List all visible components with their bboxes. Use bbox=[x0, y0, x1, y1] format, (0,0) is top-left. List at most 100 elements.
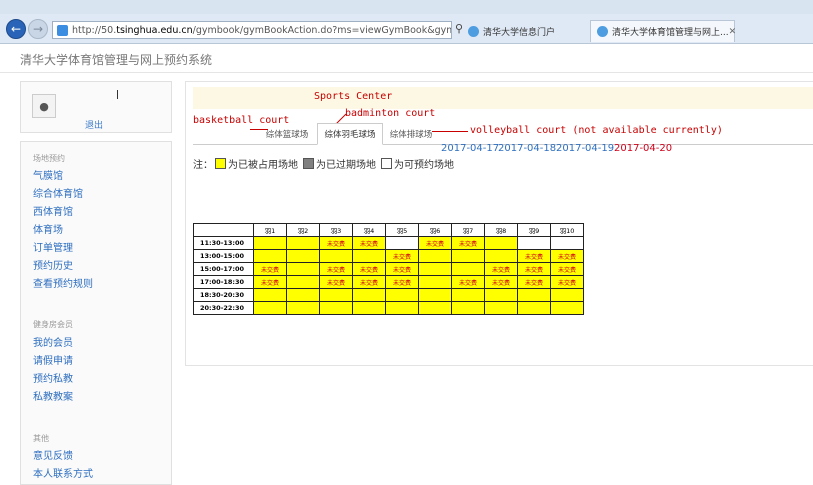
slot-occupied: 未交费 bbox=[385, 262, 419, 276]
slot-occupied: 未交费 bbox=[517, 262, 551, 276]
slot-occupied: 未交费 bbox=[550, 249, 584, 263]
tab-label: 清华大学信息门户 bbox=[483, 27, 556, 38]
slot-occupied bbox=[319, 301, 353, 315]
back-button[interactable]: ← bbox=[6, 19, 26, 39]
sidebar-item-comprehensive-gym[interactable]: 综合体育馆 bbox=[33, 185, 83, 200]
arrow-left-icon: ← bbox=[10, 22, 22, 36]
sidebar-item-orders[interactable]: 订单管理 bbox=[33, 239, 73, 254]
table-row: 13:00-15:00 未交费 未交费 未交费 bbox=[193, 249, 584, 263]
slot-occupied bbox=[451, 301, 485, 315]
slot-available[interactable] bbox=[385, 236, 419, 250]
sidebar: 场地预约 气膜馆 综合体育馆 西体育馆 体育场 订单管理 预约历史 查看预约规则… bbox=[20, 141, 172, 485]
slot-occupied bbox=[550, 301, 584, 315]
browser-tab-portal[interactable]: 清华大学信息门户 bbox=[462, 20, 588, 42]
slot-occupied bbox=[286, 236, 320, 250]
slot-occupied: 未交费 bbox=[352, 236, 386, 250]
arrow-right-icon: → bbox=[32, 22, 44, 36]
slot-occupied bbox=[286, 249, 320, 263]
slot-occupied: 未交费 bbox=[352, 275, 386, 289]
slot-occupied bbox=[352, 301, 386, 315]
header-divider bbox=[0, 72, 813, 73]
url-host: tsinghua.edu.cn bbox=[116, 24, 193, 36]
slot-occupied: 未交费 bbox=[352, 262, 386, 276]
time-slot-label: 15:00-17:00 bbox=[193, 262, 254, 276]
court-header-9: 羽9 bbox=[517, 223, 551, 237]
url-prefix: http://50. bbox=[72, 24, 117, 36]
date-link-0419[interactable]: 2017-04-19 bbox=[556, 143, 614, 154]
browser-tab-gym[interactable]: 清华大学体育馆管理与网上... ✕ bbox=[590, 20, 737, 42]
court-header-5: 羽5 bbox=[385, 223, 419, 237]
slot-occupied bbox=[517, 288, 551, 302]
sidebar-item-history[interactable]: 预约历史 bbox=[33, 257, 73, 272]
slot-occupied bbox=[286, 301, 320, 315]
slot-occupied: 未交费 bbox=[517, 275, 551, 289]
legend-prefix: 注： bbox=[193, 160, 213, 171]
slot-occupied bbox=[352, 288, 386, 302]
sidebar-item-contact[interactable]: 本人联系方式 bbox=[33, 465, 93, 480]
sidebar-item-trainer-plans[interactable]: 私教教案 bbox=[33, 388, 73, 403]
tab-volleyball[interactable]: 综体排球场 bbox=[387, 123, 435, 145]
slot-occupied bbox=[484, 301, 518, 315]
tab-badminton[interactable]: 综体羽毛球场 bbox=[317, 123, 383, 145]
court-header-8: 羽8 bbox=[484, 223, 518, 237]
time-slot-label: 17:00-18:30 bbox=[193, 275, 254, 289]
forward-button[interactable]: → bbox=[28, 19, 48, 39]
sidebar-item-my-membership[interactable]: 我的会员 bbox=[33, 334, 73, 349]
browser-toolbar: ← → http://50. tsinghua.edu.cn/gymbook/gy… bbox=[0, 14, 813, 44]
url-path: /gymbook/gymBookAction.do?ms=viewGymBook… bbox=[192, 24, 452, 36]
court-header-6: 羽6 bbox=[418, 223, 452, 237]
slot-occupied: 未交费 bbox=[253, 275, 287, 289]
slot-occupied: 未交费 bbox=[253, 262, 287, 276]
date-link-0420[interactable]: 2017-04-20 bbox=[614, 143, 672, 154]
date-link-0418[interactable]: 2017-04-18 bbox=[498, 143, 556, 154]
slot-occupied bbox=[418, 249, 452, 263]
legend-occupied-label: 为已被占用场地 bbox=[228, 160, 298, 171]
slot-occupied: 未交费 bbox=[451, 236, 485, 250]
tab-basketball[interactable]: 综体篮球场 bbox=[263, 123, 311, 145]
time-slot-label: 18:30-20:30 bbox=[193, 288, 254, 302]
legend-available-label: 为可预约场地 bbox=[394, 160, 454, 171]
annotation-volleyball-line bbox=[432, 131, 468, 132]
table-row: 17:00-18:30 未交费 未交费 未交费 未交费 未交费 未交费 未交费 未交费 bbox=[193, 275, 584, 289]
time-slot-label: 20:30-22:30 bbox=[193, 301, 254, 315]
slot-occupied bbox=[484, 236, 518, 250]
sidebar-item-leave-request[interactable]: 请假申请 bbox=[33, 352, 73, 367]
close-icon[interactable]: ✕ bbox=[729, 27, 737, 37]
annotation-badminton: badminton court bbox=[345, 108, 436, 119]
page-icon bbox=[57, 24, 68, 36]
slot-occupied bbox=[253, 249, 287, 263]
slot-occupied bbox=[451, 262, 485, 276]
sidebar-item-air-dome[interactable]: 气膜馆 bbox=[33, 167, 63, 182]
court-header-4: 羽4 bbox=[352, 223, 386, 237]
sidebar-item-stadium[interactable]: 体育场 bbox=[33, 221, 63, 236]
slot-occupied: 未交费 bbox=[319, 275, 353, 289]
logout-link[interactable]: 退出 bbox=[85, 118, 103, 131]
slot-occupied: 未交费 bbox=[385, 249, 419, 263]
sidebar-item-book-trainer[interactable]: 预约私教 bbox=[33, 370, 73, 385]
slot-occupied bbox=[385, 288, 419, 302]
slot-occupied bbox=[286, 262, 320, 276]
ie-icon bbox=[468, 25, 479, 37]
legend-expired-swatch bbox=[303, 158, 314, 169]
slot-occupied bbox=[253, 236, 287, 250]
slot-occupied bbox=[319, 249, 353, 263]
slot-available[interactable] bbox=[550, 236, 584, 250]
slot-occupied bbox=[418, 275, 452, 289]
sidebar-item-west-gym[interactable]: 西体育馆 bbox=[33, 203, 73, 218]
court-header-3: 羽3 bbox=[319, 223, 353, 237]
slot-occupied bbox=[484, 288, 518, 302]
table-row: 18:30-20:30 bbox=[193, 288, 584, 302]
tab-label: 清华大学体育馆管理与网上... bbox=[612, 28, 729, 38]
slot-occupied: 未交费 bbox=[319, 236, 353, 250]
slot-available[interactable] bbox=[517, 236, 551, 250]
date-link-0417[interactable]: 2017-04-17 bbox=[441, 143, 499, 154]
slot-occupied: 未交费 bbox=[550, 262, 584, 276]
sidebar-item-rules[interactable]: 查看预约规则 bbox=[33, 275, 93, 290]
page-root: ← → http://50. tsinghua.edu.cn/gymbook/gy… bbox=[0, 0, 813, 485]
legend-occupied-swatch bbox=[215, 158, 226, 169]
legend-expired-label: 为已过期场地 bbox=[316, 160, 376, 171]
sidebar-item-feedback[interactable]: 意见反馈 bbox=[33, 447, 73, 462]
address-bar[interactable]: http://50. tsinghua.edu.cn/gymbook/gymBoo… bbox=[52, 21, 452, 39]
sidebar-group-other: 其他 bbox=[33, 434, 49, 443]
court-header-2: 羽2 bbox=[286, 223, 320, 237]
